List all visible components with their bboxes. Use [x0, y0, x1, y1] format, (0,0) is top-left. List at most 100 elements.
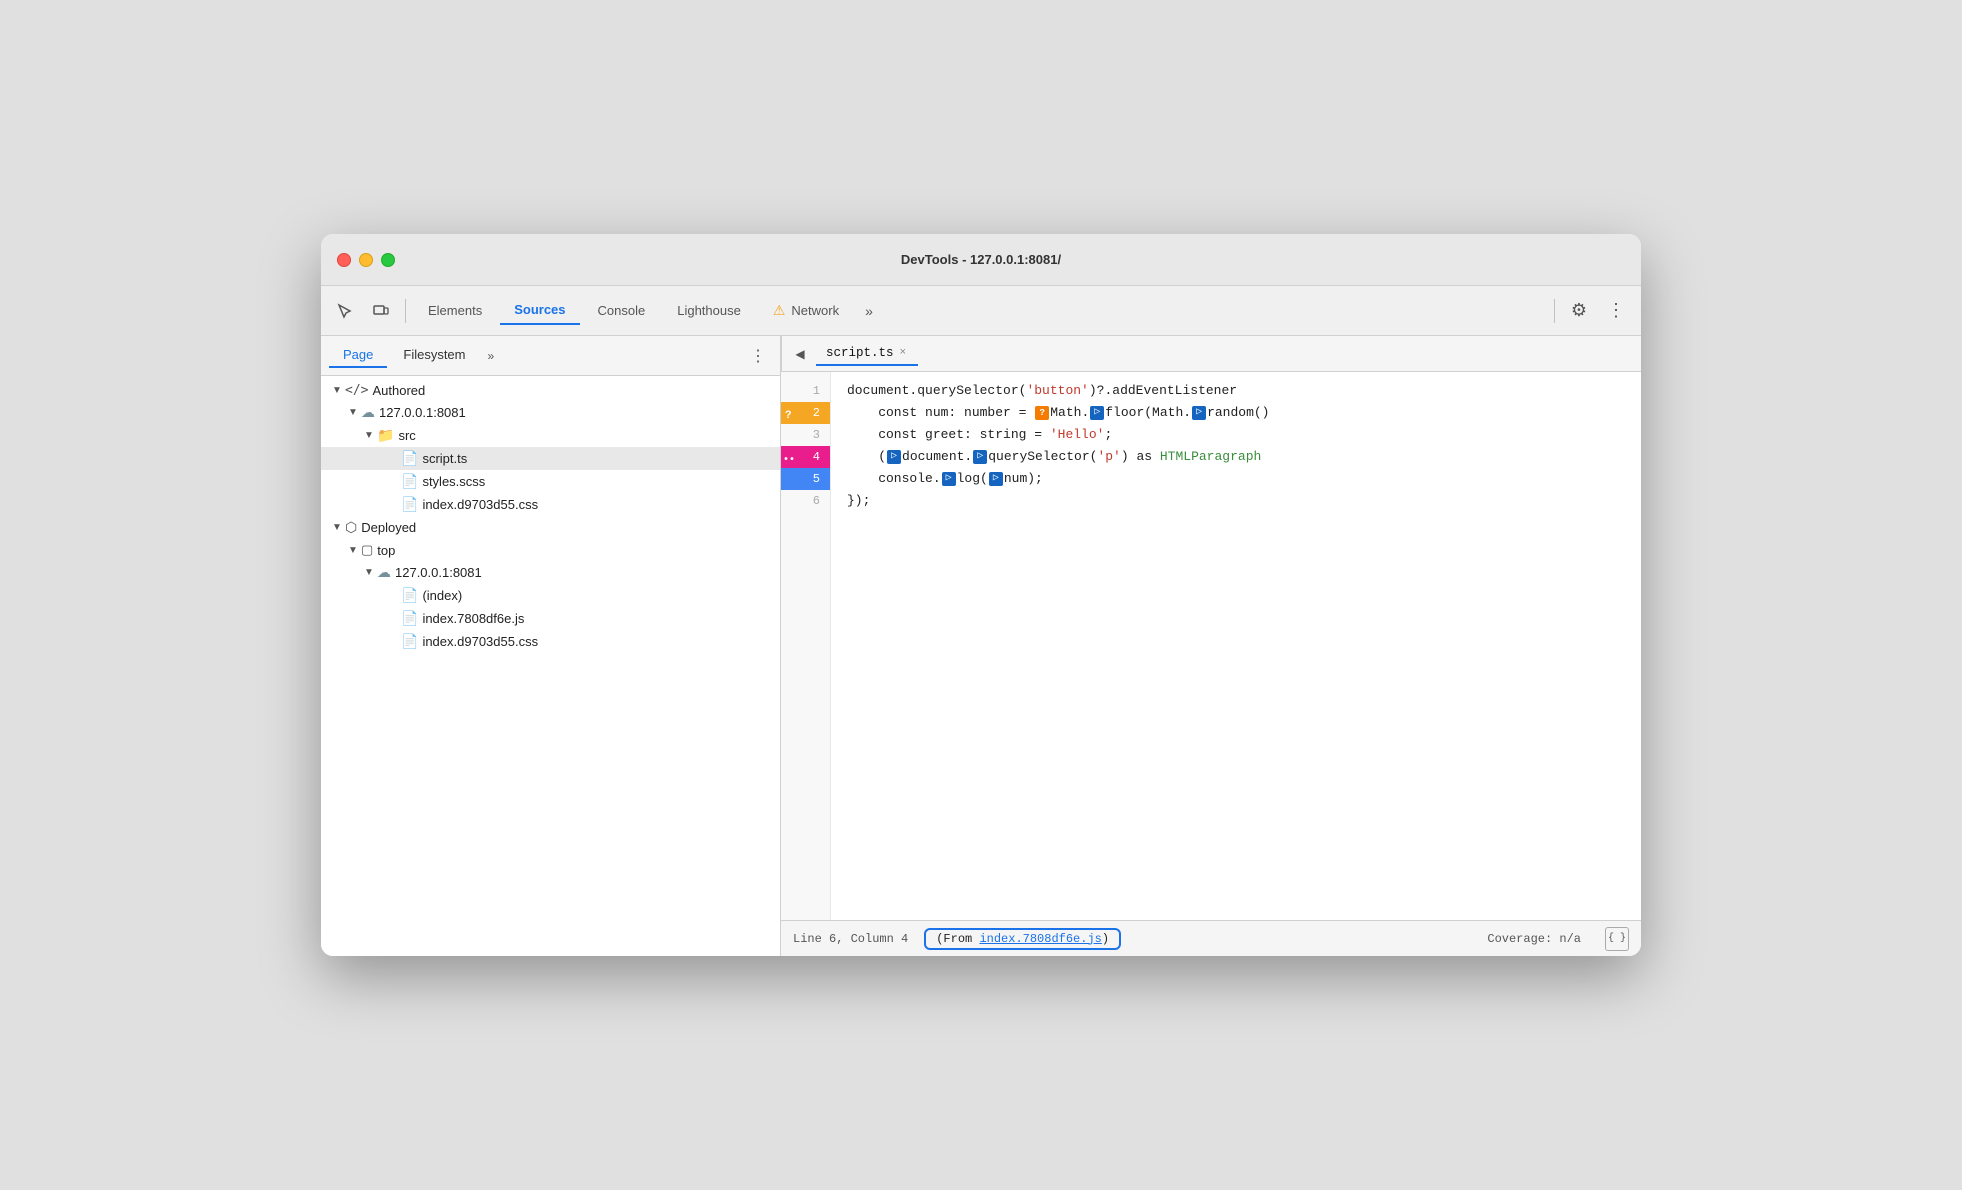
line-num-6: 6 [781, 490, 830, 512]
warning-icon: ⚠ [773, 302, 786, 319]
line-num-2[interactable]: ? 2 [781, 402, 830, 424]
device-toolbar-icon[interactable] [365, 295, 397, 327]
window-title: DevTools - 127.0.0.1:8081/ [901, 252, 1061, 267]
src-folder-icon: 📁 [377, 427, 394, 444]
subtab-filesystem[interactable]: Filesystem [389, 343, 479, 368]
file-tabs-bar: ◀ script.ts × [781, 336, 1641, 372]
code-editor[interactable]: ◀ script.ts × 1 ? 2 3 •• [781, 336, 1641, 956]
subtab-dots-icon[interactable]: ⋮ [744, 342, 772, 370]
tree-indexcss2[interactable]: 📄 index.d9703d55.css [321, 630, 780, 653]
indexjs-icon: 📄 [401, 610, 418, 627]
source-suffix: ) [1102, 932, 1109, 946]
tab-console[interactable]: Console [584, 297, 660, 324]
coverage-label: Coverage: n/a [1487, 932, 1581, 946]
titlebar: DevTools - 127.0.0.1:8081/ [321, 234, 1641, 286]
tree-indexjs[interactable]: 📄 index.7808df6e.js [321, 607, 780, 630]
indexcss-icon: 📄 [401, 496, 418, 513]
deployed-icon: ⬡ [345, 519, 357, 536]
subtab-more-icon[interactable]: » [482, 345, 501, 367]
tree-index[interactable]: 📄 (index) [321, 584, 780, 607]
authored-label: Authored [372, 383, 425, 398]
sources-subtoolbar: Page Filesystem » ⋮ [321, 336, 780, 376]
top-label: top [377, 543, 395, 558]
toolbar-divider-2 [1554, 299, 1555, 323]
cursor-position: Line 6, Column 4 [793, 932, 908, 946]
more-tabs-button[interactable]: » [857, 303, 881, 319]
status-bar: Line 6, Column 4 (From index.7808df6e.js… [781, 920, 1641, 956]
server2-label: 127.0.0.1:8081 [395, 565, 482, 580]
tab-network[interactable]: ⚠ Network [759, 296, 853, 325]
server2-icon: ☁ [377, 564, 391, 581]
tree-stylesscss[interactable]: 📄 styles.scss [321, 470, 780, 493]
src-label: src [398, 428, 415, 443]
tab-sources[interactable]: Sources [500, 296, 579, 325]
code-line-6: }); [847, 490, 1625, 512]
line-numbers: 1 ? 2 3 •• 4 5 6 [781, 372, 831, 920]
file-tree-items: ▼ </> Authored ▼ ☁ 127.0.0.1:8081 ▼ 📁 sr… [321, 376, 780, 956]
tree-server1[interactable]: ▼ ☁ 127.0.0.1:8081 [321, 401, 780, 424]
main-content: Page Filesystem » ⋮ ▼ </> Authored [321, 336, 1641, 956]
pretty-print-icon[interactable]: { } [1605, 927, 1629, 951]
scriptts-icon: 📄 [401, 450, 418, 467]
source-text: (From [936, 932, 979, 946]
code-line-3: const greet: string = 'Hello'; [847, 424, 1625, 446]
server2-arrow: ▼ [361, 567, 377, 578]
traffic-lights [337, 253, 395, 267]
code-lines[interactable]: document.querySelector('button')?.addEve… [831, 372, 1641, 920]
authored-arrow: ▼ [329, 385, 345, 396]
indexcss-label: index.d9703d55.css [422, 497, 538, 512]
indexcss2-label: index.d9703d55.css [422, 634, 538, 649]
sources-sidebar-icon[interactable]: ◀ [786, 340, 814, 368]
top-arrow: ▼ [345, 545, 361, 556]
tree-src[interactable]: ▼ 📁 src [321, 424, 780, 447]
indexjs-label: index.7808df6e.js [422, 611, 524, 626]
indexcss2-icon: 📄 [401, 633, 418, 650]
maximize-button[interactable] [381, 253, 395, 267]
authored-icon: </> [345, 383, 368, 398]
tree-indexcss[interactable]: 📄 index.d9703d55.css [321, 493, 780, 516]
src-arrow: ▼ [361, 430, 377, 441]
tree-deployed[interactable]: ▼ ⬡ Deployed [321, 516, 780, 539]
tab-elements[interactable]: Elements [414, 297, 496, 324]
line-num-5[interactable]: 5 [781, 468, 830, 490]
server1-arrow: ▼ [345, 407, 361, 418]
source-link-badge[interactable]: (From index.7808df6e.js) [924, 928, 1121, 950]
tab-lighthouse[interactable]: Lighthouse [663, 297, 755, 324]
tree-top[interactable]: ▼ ▢ top [321, 539, 780, 561]
tree-authored[interactable]: ▼ </> Authored [321, 380, 780, 401]
close-button[interactable] [337, 253, 351, 267]
server1-label: 127.0.0.1:8081 [379, 405, 466, 420]
file-tab-name: script.ts [826, 346, 894, 360]
line-num-3: 3 [781, 424, 830, 446]
minimize-button[interactable] [359, 253, 373, 267]
main-toolbar: Elements Sources Console Lighthouse ⚠ Ne… [321, 286, 1641, 336]
file-tab-scriptts[interactable]: script.ts × [816, 342, 918, 366]
stylesscss-icon: 📄 [401, 473, 418, 490]
line-num-4[interactable]: •• 4 [781, 446, 830, 468]
top-icon: ▢ [361, 542, 373, 558]
code-area[interactable]: 1 ? 2 3 •• 4 5 6 [781, 372, 1641, 920]
scriptts-label: script.ts [422, 451, 467, 466]
toolbar-divider [405, 299, 406, 323]
file-tab-close-icon[interactable]: × [898, 347, 909, 359]
code-line-1: document.querySelector('button')?.addEve… [847, 380, 1625, 402]
index-icon: 📄 [401, 587, 418, 604]
code-line-2: const num: number = ?Math.▷floor(Math.▷r… [847, 402, 1625, 424]
code-line-5: console.▷log(▷num); [847, 468, 1625, 490]
code-line-4: (▷document.▷querySelector('p') as HTMLPa… [847, 446, 1625, 468]
tree-server2[interactable]: ▼ ☁ 127.0.0.1:8081 [321, 561, 780, 584]
deployed-arrow: ▼ [329, 522, 345, 533]
index-label: (index) [422, 588, 462, 603]
devtools-window: DevTools - 127.0.0.1:8081/ Elements Sour… [321, 234, 1641, 956]
settings-icon[interactable]: ⚙ [1563, 296, 1595, 325]
stylesscss-label: styles.scss [422, 474, 485, 489]
more-options-icon[interactable]: ⋮ [1599, 296, 1633, 325]
subtab-page[interactable]: Page [329, 343, 387, 368]
source-link[interactable]: index.7808df6e.js [979, 932, 1101, 946]
line-num-1: 1 [781, 380, 830, 402]
inspect-element-icon[interactable] [329, 295, 361, 327]
file-tree-panel: Page Filesystem » ⋮ ▼ </> Authored [321, 336, 781, 956]
server1-icon: ☁ [361, 404, 375, 421]
deployed-label: Deployed [361, 520, 416, 535]
tree-scriptts[interactable]: 📄 script.ts [321, 447, 780, 470]
